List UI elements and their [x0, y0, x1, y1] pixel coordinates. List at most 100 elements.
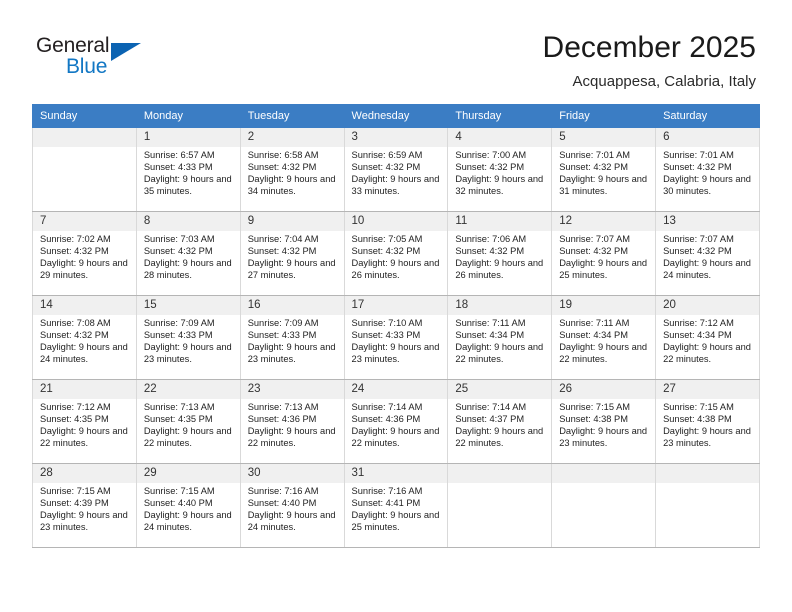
sunrise-text: Sunrise: 7:15 AM [663, 402, 734, 412]
calendar-day-cell[interactable]: 14 Sunrise: 7:08 AM Sunset: 4:32 PM Dayligh… [32, 295, 137, 380]
calendar-day-cell[interactable]: 15 Sunrise: 7:09 AM Sunset: 4:33 PM Dayligh… [135, 295, 241, 380]
general-blue-logo[interactable]: General Blue [36, 34, 256, 90]
page-title: December 2025 [542, 31, 756, 64]
calendar-day-cell[interactable]: 22 Sunrise: 7:13 AM Sunset: 4:35 PM Dayligh… [135, 379, 241, 464]
day-details: Sunrise: 7:11 AM Sunset: 4:34 PM Daylight:… [448, 315, 551, 365]
day-number: 5 [552, 128, 656, 147]
daylight-text: Daylight: 9 hours and 31 minutes. [559, 174, 648, 197]
calendar-day-cell[interactable]: 20 Sunrise: 7:12 AM Sunset: 4:34 PM Dayligh… [655, 295, 760, 380]
calendar-day-cell[interactable]: 18 Sunrise: 7:11 AM Sunset: 4:34 PM Dayligh… [447, 295, 553, 380]
sunset-text: Sunset: 4:33 PM [143, 162, 213, 173]
calendar-day-cell[interactable]: 10 Sunrise: 7:05 AM Sunset: 4:32 PM Dayligh… [343, 211, 449, 296]
day-number: 4 [448, 128, 552, 147]
calendar-cell-inner [656, 464, 759, 483]
calendar-cell-inner: 31 Sunrise: 7:16 AM Sunset: 4:41 PM Dayligh… [344, 464, 448, 533]
calendar-cell-inner [33, 128, 136, 147]
calendar-cell-inner: 14 Sunrise: 7:08 AM Sunset: 4:32 PM Dayligh… [33, 296, 136, 365]
day-details: Sunrise: 7:03 AM Sunset: 4:32 PM Daylight:… [137, 231, 240, 281]
sunset-text: Sunset: 4:33 PM [351, 330, 421, 341]
day-details: Sunrise: 7:15 AM Sunset: 4:38 PM Daylight:… [552, 399, 655, 449]
sunrise-text: Sunrise: 7:16 AM [247, 486, 319, 496]
calendar-day-cell[interactable]: 4 Sunrise: 7:00 AM Sunset: 4:32 PM Daylight… [447, 127, 553, 212]
day-number: 1 [136, 128, 240, 147]
day-number: 19 [552, 296, 656, 315]
calendar-day-cell[interactable]: 29 Sunrise: 7:15 AM Sunset: 4:40 PM Dayligh… [135, 463, 241, 548]
sunset-text: Sunset: 4:32 PM [247, 246, 317, 257]
daylight-text: Daylight: 9 hours and 23 minutes. [663, 426, 751, 449]
daylight-text: Daylight: 9 hours and 22 minutes. [559, 342, 648, 365]
daylight-text: Daylight: 9 hours and 34 minutes. [247, 174, 336, 197]
sunset-text: Sunset: 4:32 PM [455, 162, 525, 173]
calendar-day-cell[interactable]: 23 Sunrise: 7:13 AM Sunset: 4:36 PM Dayligh… [239, 379, 345, 464]
calendar-day-cell[interactable]: 13 Sunrise: 7:07 AM Sunset: 4:32 PM Dayligh… [655, 211, 760, 296]
calendar-day-cell[interactable]: 19 Sunrise: 7:11 AM Sunset: 4:34 PM Dayligh… [551, 295, 657, 380]
calendar-day-cell[interactable]: 16 Sunrise: 7:09 AM Sunset: 4:33 PM Dayligh… [239, 295, 345, 380]
calendar-day-cell[interactable]: 7 Sunrise: 7:02 AM Sunset: 4:32 PM Daylight… [32, 211, 137, 296]
calendar-day-cell[interactable]: 11 Sunrise: 7:06 AM Sunset: 4:32 PM Dayligh… [447, 211, 553, 296]
sunset-text: Sunset: 4:37 PM [455, 414, 525, 425]
calendar-day-cell[interactable]: 12 Sunrise: 7:07 AM Sunset: 4:32 PM Dayligh… [551, 211, 657, 296]
day-number: 30 [240, 464, 344, 483]
calendar-body: 1 Sunrise: 6:57 AM Sunset: 4:33 PM Daylight… [32, 127, 760, 548]
calendar-cell-inner: 7 Sunrise: 7:02 AM Sunset: 4:32 PM Daylight… [33, 212, 136, 281]
calendar-day-cell[interactable]: 1 Sunrise: 6:57 AM Sunset: 4:33 PM Daylight… [135, 127, 241, 212]
calendar-day-cell[interactable]: 9 Sunrise: 7:04 AM Sunset: 4:32 PM Daylight… [239, 211, 345, 296]
calendar-day-cell[interactable]: 5 Sunrise: 7:01 AM Sunset: 4:32 PM Daylight… [551, 127, 657, 212]
sunset-text: Sunset: 4:32 PM [559, 162, 628, 173]
calendar-cell-inner: 28 Sunrise: 7:15 AM Sunset: 4:39 PM Dayligh… [33, 464, 136, 533]
day-number: 13 [656, 212, 759, 231]
calendar-day-cell[interactable]: 25 Sunrise: 7:14 AM Sunset: 4:37 PM Dayligh… [447, 379, 553, 464]
calendar-day-cell[interactable]: 28 Sunrise: 7:15 AM Sunset: 4:39 PM Dayligh… [32, 463, 137, 548]
weekday-header-sunday: Sunday [32, 104, 137, 128]
day-number: 12 [552, 212, 656, 231]
sunset-text: Sunset: 4:38 PM [663, 414, 732, 425]
sunrise-text: Sunrise: 7:05 AM [351, 234, 423, 244]
sunrise-text: Sunrise: 7:01 AM [663, 150, 734, 160]
day-number: 17 [344, 296, 448, 315]
day-details: Sunrise: 7:12 AM Sunset: 4:34 PM Daylight:… [656, 315, 759, 365]
day-details: Sunrise: 7:04 AM Sunset: 4:32 PM Daylight:… [241, 231, 344, 281]
calendar-table: Sunday Monday Tuesday Wednesday Thursday… [32, 104, 760, 548]
sunset-text: Sunset: 4:34 PM [663, 330, 732, 341]
sunset-text: Sunset: 4:40 PM [247, 498, 317, 509]
calendar-day-cell[interactable]: 3 Sunrise: 6:59 AM Sunset: 4:32 PM Daylight… [343, 127, 449, 212]
calendar-day-cell[interactable]: 21 Sunrise: 7:12 AM Sunset: 4:35 PM Dayligh… [32, 379, 137, 464]
calendar-day-cell[interactable]: 31 Sunrise: 7:16 AM Sunset: 4:41 PM Dayligh… [343, 463, 449, 548]
daylight-text: Daylight: 9 hours and 23 minutes. [559, 426, 648, 449]
calendar-day-cell[interactable]: 30 Sunrise: 7:16 AM Sunset: 4:40 PM Dayligh… [239, 463, 345, 548]
calendar-cell-inner: 9 Sunrise: 7:04 AM Sunset: 4:32 PM Daylight… [240, 212, 344, 281]
day-number: 7 [33, 212, 136, 231]
sunset-text: Sunset: 4:32 PM [455, 246, 525, 257]
calendar-day-cell[interactable]: 27 Sunrise: 7:15 AM Sunset: 4:38 PM Dayligh… [655, 379, 760, 464]
calendar-cell-inner: 19 Sunrise: 7:11 AM Sunset: 4:34 PM Dayligh… [552, 296, 656, 365]
calendar-day-cell[interactable]: 26 Sunrise: 7:15 AM Sunset: 4:38 PM Dayligh… [551, 379, 657, 464]
weekday-header-wednesday: Wednesday [343, 104, 449, 128]
title-block: December 2025 Acquappesa, Calabria, Ital… [236, 30, 756, 91]
calendar-cell-empty [655, 463, 760, 548]
day-number [448, 464, 552, 483]
calendar-week-row: 7 Sunrise: 7:02 AM Sunset: 4:32 PM Daylight… [32, 211, 760, 296]
calendar-cell-inner: 24 Sunrise: 7:14 AM Sunset: 4:36 PM Dayligh… [344, 380, 448, 449]
calendar-day-cell[interactable]: 24 Sunrise: 7:14 AM Sunset: 4:36 PM Dayligh… [343, 379, 449, 464]
daylight-text: Daylight: 9 hours and 35 minutes. [143, 174, 232, 197]
calendar-day-cell[interactable]: 6 Sunrise: 7:01 AM Sunset: 4:32 PM Daylight… [655, 127, 760, 212]
calendar-cell-inner: 18 Sunrise: 7:11 AM Sunset: 4:34 PM Dayligh… [448, 296, 552, 365]
sunrise-text: Sunrise: 7:07 AM [663, 234, 734, 244]
calendar-day-cell[interactable]: 8 Sunrise: 7:03 AM Sunset: 4:32 PM Daylight… [135, 211, 241, 296]
sunrise-text: Sunrise: 7:00 AM [455, 150, 527, 160]
sunset-text: Sunset: 4:40 PM [143, 498, 213, 509]
day-details: Sunrise: 6:57 AM Sunset: 4:33 PM Daylight:… [137, 147, 240, 197]
day-number: 9 [240, 212, 344, 231]
weekday-header-monday: Monday [135, 104, 241, 128]
daylight-text: Daylight: 9 hours and 29 minutes. [40, 258, 128, 281]
day-number: 15 [136, 296, 240, 315]
calendar-cell-inner: 22 Sunrise: 7:13 AM Sunset: 4:35 PM Dayligh… [136, 380, 240, 449]
calendar-day-cell[interactable]: 2 Sunrise: 6:58 AM Sunset: 4:32 PM Daylight… [239, 127, 345, 212]
calendar-day-cell[interactable]: 17 Sunrise: 7:10 AM Sunset: 4:33 PM Dayligh… [343, 295, 449, 380]
sunset-text: Sunset: 4:32 PM [143, 246, 213, 257]
sunset-text: Sunset: 4:32 PM [351, 246, 421, 257]
day-number: 22 [136, 380, 240, 399]
day-number [656, 464, 759, 483]
day-number: 16 [240, 296, 344, 315]
sunrise-text: Sunrise: 7:03 AM [143, 234, 215, 244]
